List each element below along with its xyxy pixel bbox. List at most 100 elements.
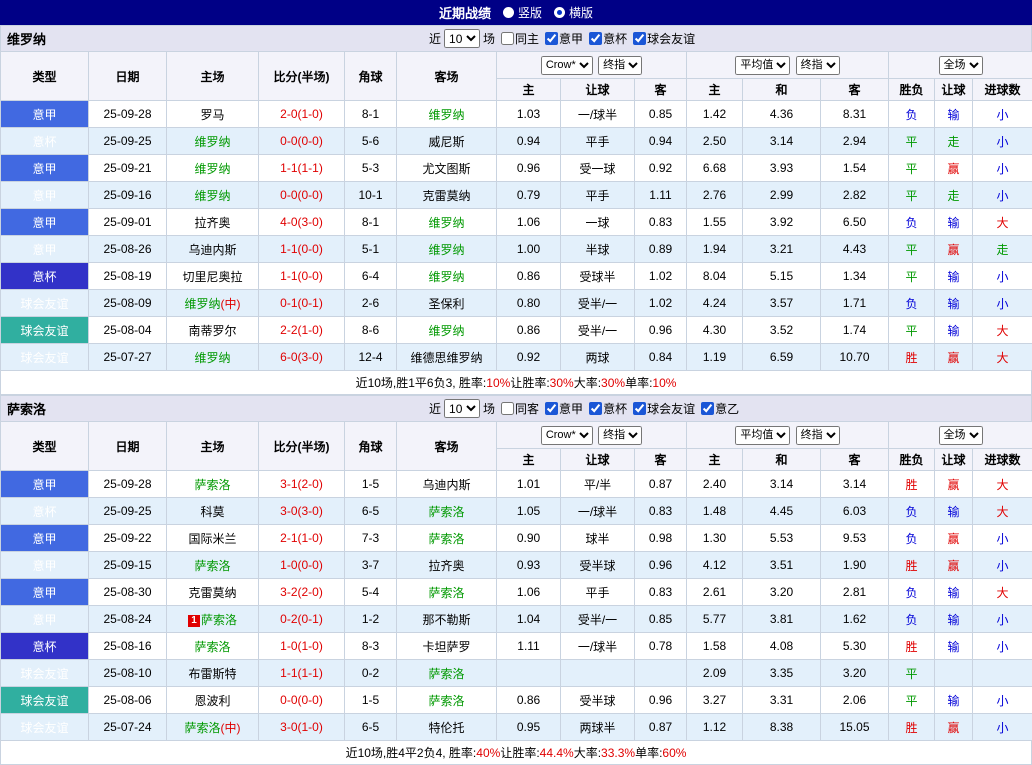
match-date-cell: 25-07-24 xyxy=(89,714,167,741)
col-result-wl: 胜负 xyxy=(889,79,935,101)
match-date-cell: 25-08-30 xyxy=(89,579,167,606)
euro-draw-odds-cell: 4.45 xyxy=(743,498,821,525)
summary-value: 60% xyxy=(662,746,686,760)
summary-value: 30% xyxy=(601,376,625,390)
league-filters: 意甲意杯球会友谊 xyxy=(539,30,695,48)
final-odds-select[interactable]: 终指 xyxy=(796,426,840,445)
score-cell: 0-2(0-1) xyxy=(259,606,345,633)
league-filter-checkbox[interactable] xyxy=(545,402,558,415)
layout-radio-vertical[interactable]: 竖版 xyxy=(503,4,542,21)
league-filter[interactable]: 意乙 xyxy=(695,400,739,417)
result-handicap-cell: 赢 xyxy=(935,525,973,552)
corner-cell: 2-6 xyxy=(345,290,397,317)
league-filter-checkbox[interactable] xyxy=(633,402,646,415)
league-filter-checkbox[interactable] xyxy=(633,32,646,45)
radio-vertical-label: 竖版 xyxy=(518,4,542,21)
same-venue-filter[interactable]: 同客 xyxy=(495,400,539,417)
league-filter-label: 意甲 xyxy=(559,30,583,47)
corner-cell: 10-1 xyxy=(345,182,397,209)
euro-draw-odds-cell: 2.99 xyxy=(743,182,821,209)
result-handicap-cell: 输 xyxy=(935,498,973,525)
home-team-cell: 萨索洛 xyxy=(167,471,259,498)
asian-handicap-cell: 受半/一 xyxy=(561,290,635,317)
league-filter[interactable]: 意甲 xyxy=(539,400,583,417)
score-cell: 3-1(2-0) xyxy=(259,471,345,498)
home-team-cell: 萨索洛 xyxy=(167,552,259,579)
col-home: 主场 xyxy=(167,422,259,471)
bookmaker-select[interactable]: Crow* xyxy=(541,426,593,445)
asian-odds-header: Crow* 终指 xyxy=(497,422,687,449)
final-odds-select[interactable]: 终指 xyxy=(598,426,642,445)
same-venue-checkbox[interactable] xyxy=(501,32,514,45)
same-venue-filter[interactable]: 同主 xyxy=(495,30,539,47)
home-team-cell: 萨索洛(中) xyxy=(167,714,259,741)
euro-away-odds-cell: 2.82 xyxy=(821,182,889,209)
home-team-cell: 科莫 xyxy=(167,498,259,525)
league-filter-checkbox[interactable] xyxy=(589,402,602,415)
league-filter[interactable]: 意杯 xyxy=(583,30,627,47)
asian-handicap-cell: 一/球半 xyxy=(561,101,635,128)
away-team-cell: 乌迪内斯 xyxy=(397,471,497,498)
euro-home-odds-cell: 4.30 xyxy=(687,317,743,344)
team-name-text: 维罗纳 xyxy=(194,351,230,365)
result-handicap-cell: 输 xyxy=(935,317,973,344)
league-type-cell: 球会友谊 xyxy=(1,714,89,741)
result-goals-cell: 小 xyxy=(973,714,1032,741)
layout-radio-horizontal[interactable]: 横版 xyxy=(554,4,593,21)
final-odds-select[interactable]: 终指 xyxy=(598,56,642,75)
score-cell: 1-1(1-1) xyxy=(259,660,345,687)
league-filter-label: 意甲 xyxy=(559,400,583,417)
euro-away-odds-cell: 1.71 xyxy=(821,290,889,317)
same-venue-checkbox[interactable] xyxy=(501,402,514,415)
league-filter[interactable]: 球会友谊 xyxy=(627,400,695,417)
score-cell: 1-1(1-1) xyxy=(259,155,345,182)
league-type-cell: 意杯 xyxy=(1,263,89,290)
euro-home-odds-cell: 1.58 xyxy=(687,633,743,660)
result-goals-cell: 大 xyxy=(973,579,1032,606)
near-games-select[interactable]: 10 xyxy=(444,399,480,418)
away-team-cell: 萨索洛 xyxy=(397,498,497,525)
home-team-cell: 克雷莫纳 xyxy=(167,579,259,606)
col-away: 客场 xyxy=(397,422,497,471)
asian-home-odds-cell: 0.92 xyxy=(497,344,561,371)
fulltime-select[interactable]: 全场 xyxy=(939,56,983,75)
euro-home-odds-cell: 1.94 xyxy=(687,236,743,263)
asian-odds-header: Crow* 终指 xyxy=(497,52,687,79)
euro-home-odds-cell: 8.04 xyxy=(687,263,743,290)
radio-icon[interactable] xyxy=(503,7,514,18)
near-games-select[interactable]: 10 xyxy=(444,29,480,48)
fulltime-select[interactable]: 全场 xyxy=(939,426,983,445)
corner-cell: 1-5 xyxy=(345,687,397,714)
average-select[interactable]: 平均值 xyxy=(735,426,790,445)
asian-handicap-cell: 半球 xyxy=(561,236,635,263)
average-select[interactable]: 平均值 xyxy=(735,56,790,75)
league-type-cell: 意甲 xyxy=(1,579,89,606)
match-date-cell: 25-08-09 xyxy=(89,290,167,317)
bookmaker-select[interactable]: Crow* xyxy=(541,56,593,75)
asian-away-odds-cell: 0.85 xyxy=(635,101,687,128)
team-name-text: 乌迪内斯 xyxy=(422,478,470,492)
col-type: 类型 xyxy=(1,52,89,101)
result-goals-cell xyxy=(973,660,1032,687)
league-filter-checkbox[interactable] xyxy=(701,402,714,415)
league-filter-checkbox[interactable] xyxy=(545,32,558,45)
league-filter[interactable]: 意杯 xyxy=(583,400,627,417)
result-wl-cell: 平 xyxy=(889,128,935,155)
asian-home-odds-cell: 0.79 xyxy=(497,182,561,209)
league-type-cell: 意甲 xyxy=(1,236,89,263)
away-team-cell: 维罗纳 xyxy=(397,317,497,344)
team-name-text: 维罗纳 xyxy=(428,243,464,257)
euro-away-odds-cell: 1.54 xyxy=(821,155,889,182)
league-filter[interactable]: 意甲 xyxy=(539,30,583,47)
match-date-cell: 25-08-04 xyxy=(89,317,167,344)
home-team-cell: 恩波利 xyxy=(167,687,259,714)
col-score: 比分(半场) xyxy=(259,52,345,101)
radio-selected-icon[interactable] xyxy=(554,7,565,18)
table-header-row: 类型 日期 主场 比分(半场) 角球 客场 Crow* 终指 平均值 终指 全场 xyxy=(1,52,1032,79)
euro-odds-header: 平均值 终指 xyxy=(687,422,889,449)
score-cell: 1-0(1-0) xyxy=(259,633,345,660)
home-team-cell: 维罗纳 xyxy=(167,128,259,155)
final-odds-select[interactable]: 终指 xyxy=(796,56,840,75)
league-filter-checkbox[interactable] xyxy=(589,32,602,45)
league-filter[interactable]: 球会友谊 xyxy=(627,30,695,47)
